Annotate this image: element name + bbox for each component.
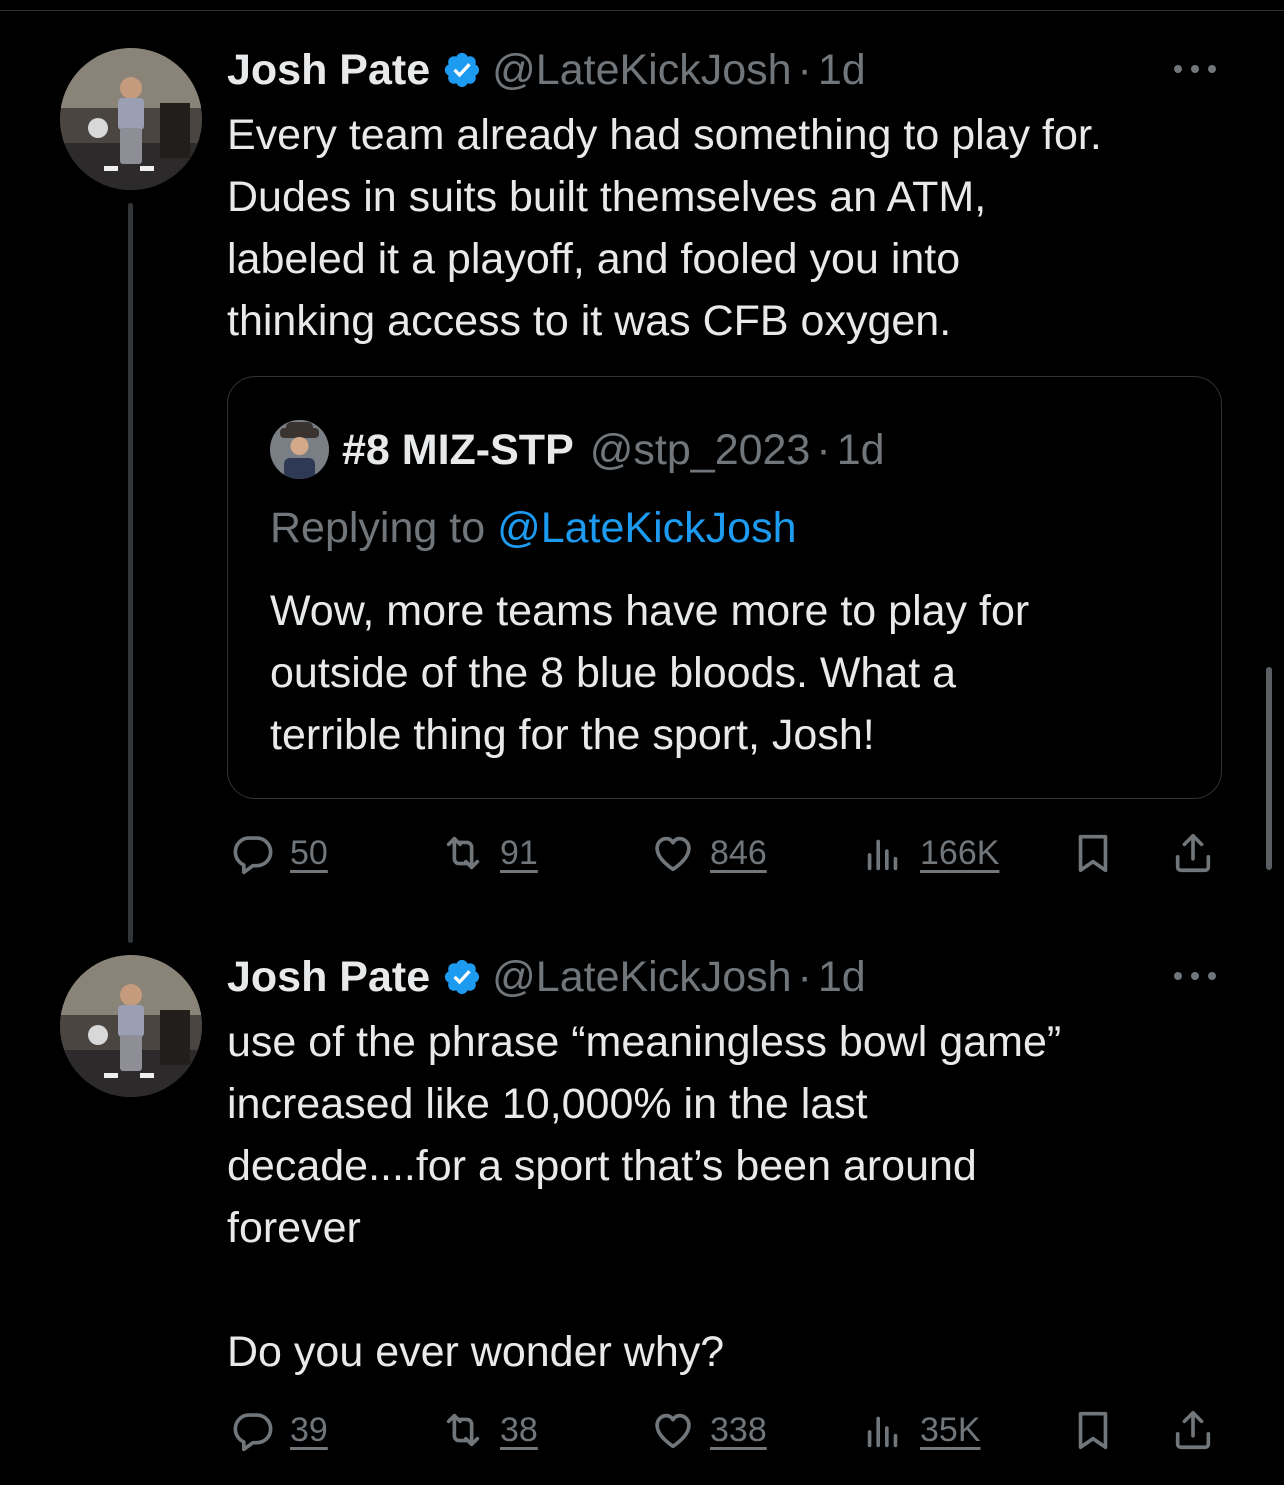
quote-display-name[interactable]: #8 MIZ-STP <box>342 426 574 475</box>
quote-avatar[interactable] <box>270 420 329 479</box>
verified-badge-icon <box>445 52 480 88</box>
reply-icon <box>233 1413 273 1452</box>
like-icon <box>655 1413 691 1449</box>
quote-timestamp: 1d <box>836 425 885 474</box>
tweet-text: use of the phrase “meaningless bowl game… <box>227 1018 1062 1376</box>
tweet-header: Josh Pate @LateKickJosh · 1d <box>227 952 866 1002</box>
replying-to-mention[interactable]: @LateKickJosh <box>497 504 796 552</box>
quote-tweet-card[interactable]: #8 MIZ-STP @stp_2023 · 1d Replying to @L… <box>227 376 1222 799</box>
quote-text: Wow, more teams have more to play for ou… <box>270 587 1030 759</box>
top-divider <box>0 10 1284 11</box>
reply-count[interactable]: 50 <box>290 834 328 873</box>
like-icon <box>655 836 691 872</box>
like-button[interactable]: 338 <box>650 1405 767 1455</box>
timestamp[interactable]: 1d <box>818 953 866 1002</box>
reply-button[interactable]: 39 <box>230 1405 328 1455</box>
repost-count[interactable]: 91 <box>500 834 538 873</box>
views-count[interactable]: 166K <box>920 834 999 873</box>
quote-avatar-photo <box>270 420 329 479</box>
replying-to: Replying to @LateKickJosh <box>270 504 796 553</box>
separator-dot: · <box>797 952 812 1001</box>
repost-icon <box>446 836 480 870</box>
separator-dot: · <box>816 425 831 474</box>
share-icon[interactable] <box>1170 1407 1216 1453</box>
display-name[interactable]: Josh Pate <box>227 46 430 95</box>
reply-icon <box>233 836 273 875</box>
verified-badge-icon <box>445 959 480 995</box>
views-icon <box>867 839 898 871</box>
share-icon[interactable] <box>1170 830 1216 876</box>
repost-button[interactable]: 38 <box>440 1405 538 1455</box>
views-button[interactable]: 166K <box>860 828 999 878</box>
avatar[interactable] <box>60 955 202 1097</box>
views-count[interactable]: 35K <box>920 1411 981 1450</box>
display-name[interactable]: Josh Pate <box>227 953 430 1002</box>
tweet-text: Every team already had something to play… <box>227 111 1102 345</box>
repost-button[interactable]: 91 <box>440 828 538 878</box>
bookmark-icon[interactable] <box>1070 830 1116 876</box>
tweet-header: Josh Pate @LateKickJosh · 1d <box>227 45 866 95</box>
views-button[interactable]: 35K <box>860 1405 981 1455</box>
more-options-icon[interactable] <box>1170 966 1220 986</box>
avatar-photo <box>60 955 202 1097</box>
reply-count[interactable]: 39 <box>290 1411 328 1450</box>
separator-dot: · <box>797 45 812 94</box>
views-icon <box>867 1416 898 1448</box>
like-button[interactable]: 846 <box>650 828 767 878</box>
quote-header: #8 MIZ-STP @stp_2023 · 1d <box>342 422 885 478</box>
repost-count[interactable]: 38 <box>500 1411 538 1450</box>
replying-to-label: Replying to <box>270 504 498 552</box>
scrollbar[interactable] <box>1266 667 1272 870</box>
repost-icon <box>446 1413 480 1447</box>
more-options-icon[interactable] <box>1170 59 1220 79</box>
handle[interactable]: @LateKickJosh <box>492 46 791 95</box>
timestamp[interactable]: 1d <box>818 46 866 95</box>
like-count[interactable]: 338 <box>710 1411 767 1450</box>
thread-connector-line <box>128 203 133 943</box>
quote-handle[interactable]: @stp_2023 <box>590 426 811 475</box>
like-count[interactable]: 846 <box>710 834 767 873</box>
handle[interactable]: @LateKickJosh <box>492 953 791 1002</box>
avatar-photo <box>60 48 202 190</box>
reply-button[interactable]: 50 <box>230 828 328 878</box>
avatar[interactable] <box>60 48 202 190</box>
bookmark-icon[interactable] <box>1070 1407 1116 1453</box>
